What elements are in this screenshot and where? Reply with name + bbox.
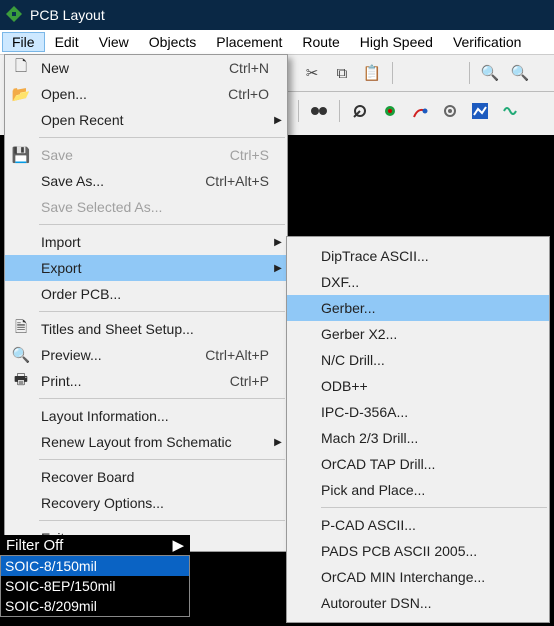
menu-placement[interactable]: Placement — [206, 32, 292, 52]
submenu-arrow-icon: ▶ — [269, 437, 287, 448]
plot-blue-icon[interactable] — [468, 99, 492, 123]
file-export[interactable]: Export ▶ — [5, 255, 287, 281]
menu-verification[interactable]: Verification — [443, 32, 531, 52]
export-item-p-cad-ascii[interactable]: P-CAD ASCII... — [287, 512, 549, 538]
separator-icon — [298, 100, 299, 122]
preview-icon: 🔍 — [5, 346, 37, 364]
cut-icon[interactable]: ✂ — [300, 61, 324, 85]
binoculars-icon[interactable] — [307, 99, 331, 123]
menu-separator — [39, 137, 285, 138]
menu-objects[interactable]: Objects — [139, 32, 206, 52]
zoom-out-icon[interactable]: 🔍 — [508, 61, 532, 85]
file-titles-sheet-setup[interactable]: 🗎 Titles and Sheet Setup... — [5, 316, 287, 342]
file-save: 💾 Save Ctrl+S — [5, 142, 287, 168]
file-preview[interactable]: 🔍 Preview... Ctrl+Alt+P — [5, 342, 287, 368]
open-folder-icon: 📂 — [5, 85, 37, 103]
file-import[interactable]: Import ▶ — [5, 229, 287, 255]
export-item-pick-and-place[interactable]: Pick and Place... — [287, 477, 549, 503]
menu-separator — [321, 507, 547, 508]
separator-icon — [339, 100, 340, 122]
filter-arrow-icon: ▶ — [172, 536, 184, 554]
file-new[interactable]: 🗋 New Ctrl+N — [5, 55, 287, 81]
target-gray-icon[interactable] — [438, 99, 462, 123]
filter-toggle[interactable]: Filter Off ▶ — [0, 535, 190, 555]
file-order-pcb[interactable]: Order PCB... — [5, 281, 287, 307]
export-item-ipc-d-356a[interactable]: IPC-D-356A... — [287, 399, 549, 425]
export-item-autorouter-dsn[interactable]: Autorouter DSN... — [287, 590, 549, 616]
export-item-pads-pcb-ascii-2005[interactable]: PADS PCB ASCII 2005... — [287, 538, 549, 564]
file-save-as[interactable]: Save As... Ctrl+Alt+S — [5, 168, 287, 194]
filter-label: Filter Off — [6, 537, 63, 554]
export-item-odb[interactable]: ODB++ — [287, 373, 549, 399]
route-red-icon[interactable] — [408, 99, 432, 123]
save-icon: 💾 — [5, 146, 37, 164]
print-icon: 🖶 — [5, 369, 37, 394]
app-title: PCB Layout — [30, 7, 105, 23]
menu-separator — [39, 224, 285, 225]
menu-view[interactable]: View — [89, 32, 139, 52]
separator-icon — [392, 62, 393, 84]
menu-highspeed[interactable]: High Speed — [350, 32, 443, 52]
zoom-in-icon[interactable]: 🔍 — [478, 61, 502, 85]
separator-icon — [469, 62, 470, 84]
component-panel: Filter Off ▶ SOIC-8/150milSOIC-8EP/150mi… — [0, 535, 190, 617]
menu-separator — [39, 398, 285, 399]
menu-bar: File Edit View Objects Placement Route H… — [0, 30, 554, 54]
file-save-selected-as: Save Selected As... — [5, 194, 287, 220]
export-item-orcad-tap-drill[interactable]: OrCAD TAP Drill... — [287, 451, 549, 477]
export-item-mach-2-3-drill[interactable]: Mach 2/3 Drill... — [287, 425, 549, 451]
via-icon[interactable] — [348, 99, 372, 123]
component-list[interactable]: SOIC-8/150milSOIC-8EP/150milSOIC-8/209mi… — [0, 555, 190, 617]
menu-route[interactable]: Route — [292, 32, 349, 52]
menu-separator — [39, 459, 285, 460]
target-green-icon[interactable] — [378, 99, 402, 123]
export-item-gerber[interactable]: Gerber... — [287, 295, 549, 321]
export-item-diptrace-ascii[interactable]: DipTrace ASCII... — [287, 243, 549, 269]
file-open[interactable]: 📂 Open... Ctrl+O — [5, 81, 287, 107]
component-list-item[interactable]: SOIC-8/150mil — [1, 556, 189, 576]
file-open-recent[interactable]: Open Recent ▶ — [5, 107, 287, 133]
export-item-orcad-min-interchange[interactable]: OrCAD MIN Interchange... — [287, 564, 549, 590]
file-renew-layout[interactable]: Renew Layout from Schematic ▶ — [5, 429, 287, 455]
export-item-dxf[interactable]: DXF... — [287, 269, 549, 295]
app-icon — [6, 6, 22, 25]
toolbar-divider — [286, 91, 554, 92]
file-dropdown: 🗋 New Ctrl+N 📂 Open... Ctrl+O Open Recen… — [4, 54, 288, 552]
submenu-arrow-icon: ▶ — [269, 263, 287, 274]
export-submenu: DipTrace ASCII...DXF...Gerber...Gerber X… — [286, 236, 550, 623]
export-item-n-c-drill[interactable]: N/C Drill... — [287, 347, 549, 373]
paste-icon[interactable]: 📋 — [360, 61, 384, 85]
wave-icon[interactable] — [498, 99, 522, 123]
component-list-item[interactable]: SOIC-8/209mil — [1, 596, 189, 616]
copy-icon[interactable]: ⧉ — [330, 61, 354, 85]
title-bar: PCB Layout — [0, 0, 554, 30]
new-file-icon: 🗋 — [5, 56, 37, 81]
sheet-setup-icon: 🗎 — [5, 317, 37, 342]
export-item-gerber-x2[interactable]: Gerber X2... — [287, 321, 549, 347]
file-recover-board[interactable]: Recover Board — [5, 464, 287, 490]
submenu-arrow-icon: ▶ — [269, 115, 287, 126]
menu-separator — [39, 311, 285, 312]
submenu-arrow-icon: ▶ — [269, 237, 287, 248]
menu-file[interactable]: File — [2, 32, 45, 52]
menu-edit[interactable]: Edit — [45, 32, 89, 52]
menu-separator — [39, 520, 285, 521]
file-print[interactable]: 🖶 Print... Ctrl+P — [5, 368, 287, 394]
file-recovery-options[interactable]: Recovery Options... — [5, 490, 287, 516]
component-list-item[interactable]: SOIC-8EP/150mil — [1, 576, 189, 596]
file-layout-information[interactable]: Layout Information... — [5, 403, 287, 429]
